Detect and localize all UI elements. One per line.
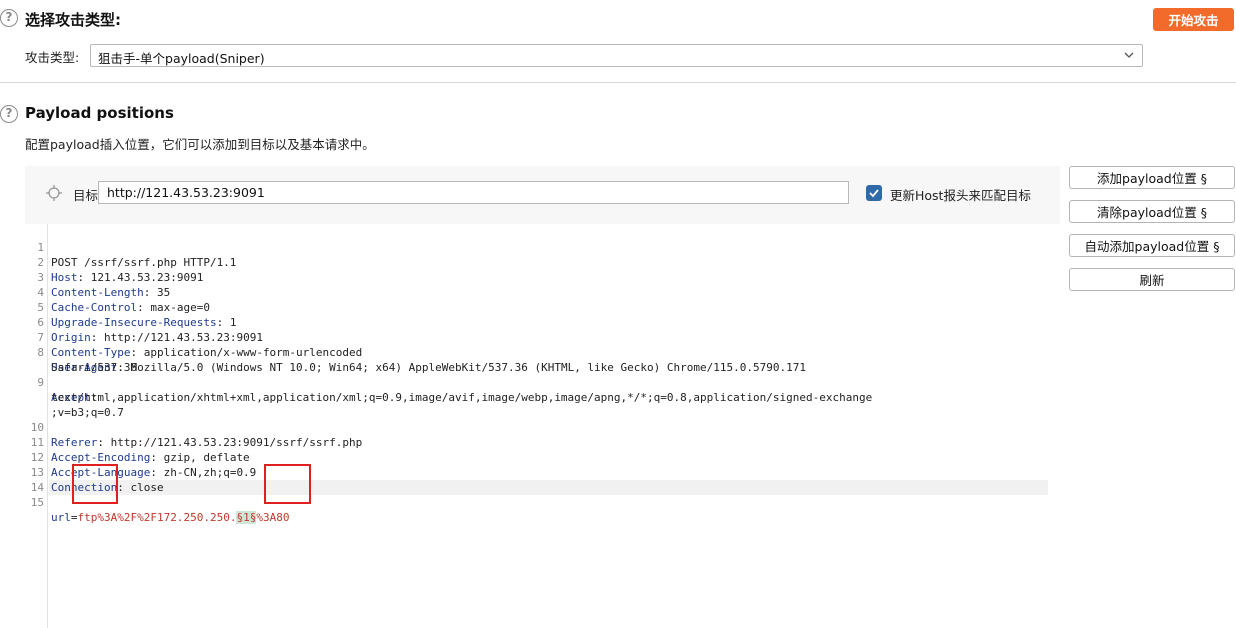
header-value: max-age=0: [143, 301, 210, 314]
section-divider: [0, 82, 1236, 83]
code-line: 9 Accept:: [25, 360, 97, 404]
checkmark-icon: [869, 189, 879, 198]
code-line: 7 Content-Type: application/x-www-form-u…: [25, 315, 362, 359]
header-value: zh-CN,zh;q=0.9: [156, 466, 257, 479]
header-value: gzip, deflate: [156, 451, 250, 464]
code-line-wrap: text/html,application/xhtml+xml,applicat…: [25, 375, 872, 404]
header-key: Content-Length: [51, 286, 144, 299]
header-key: Upgrade-Insecure-Requests: [51, 316, 217, 329]
header-value: 1: [223, 316, 237, 329]
auto-add-payload-position-button[interactable]: 自动添加payload位置 §: [1069, 234, 1235, 257]
code-line-wrap: ;v=b3;q=0.7: [25, 390, 124, 419]
request-line: POST /ssrf/ssrf.php HTTP/1.1: [51, 256, 237, 269]
update-host-checkbox[interactable]: [866, 185, 882, 201]
attack-type-value: 狙击手-单个payload(Sniper): [98, 51, 265, 66]
annotation-box: [72, 464, 118, 504]
code-line: 5 Upgrade-Insecure-Requests: 1: [25, 285, 236, 329]
header-value: 121.43.53.23:9091: [84, 271, 204, 284]
crosshair-icon: [46, 185, 62, 201]
payload-positions-description: 配置payload插入位置，它们可以添加到目标以及基本请求中。: [25, 137, 375, 152]
start-attack-button[interactable]: 开始攻击: [1153, 8, 1234, 31]
update-host-label: 更新Host报头来匹配目标: [890, 188, 1031, 203]
code-line: 12 Accept-Language: zh-CN,zh;q=0.9: [25, 435, 257, 479]
help-icon[interactable]: ?: [0, 105, 18, 123]
body-param-key: url: [51, 511, 71, 524]
code-line: 15 url=ftp%3A%2F%2F172.250.250.§1§%3A80: [25, 480, 289, 524]
current-line-highlight: [49, 480, 1048, 495]
clear-payload-position-button[interactable]: 清除payload位置 §: [1069, 200, 1235, 223]
code-line: 3 Content-Length: 35: [25, 255, 170, 299]
payload-marker[interactable]: §1§: [236, 511, 257, 524]
refresh-button[interactable]: 刷新: [1069, 268, 1235, 291]
code-line: 8 User-Agent: Mozilla/5.0 (Windows NT 10…: [25, 330, 806, 374]
code-line: 10 Referer: http://121.43.53.23:9091/ssr…: [25, 405, 363, 449]
code-line: 13 Connection: close: [25, 450, 164, 494]
header-value: close: [123, 481, 164, 494]
body-param-value: ftp%3A%2F%2F172.250.250.: [77, 511, 237, 524]
line-number: 15: [30, 496, 44, 509]
code-line: 11 Accept-Encoding: gzip, deflate: [25, 420, 250, 464]
help-icon[interactable]: ?: [0, 9, 18, 27]
attack-type-label: 攻击类型:: [25, 50, 80, 65]
annotation-box: [264, 464, 311, 504]
code-line: 2 Host: 121.43.53.23:9091: [25, 240, 203, 284]
body-param-value-suffix: %3A80: [256, 511, 290, 524]
header-value: Mozilla/5.0 (Windows NT 10.0; Win64; x64…: [123, 361, 806, 374]
code-line: 1 POST /ssrf/ssrf.php HTTP/1.1: [25, 225, 236, 269]
header-value: application/x-www-form-urlencoded: [137, 346, 363, 359]
header-value: http://121.43.53.23:9091: [97, 331, 263, 344]
payload-positions-title: Payload positions: [25, 104, 174, 122]
request-editor[interactable]: 1 POST /ssrf/ssrf.php HTTP/1.1 2 Host: 1…: [25, 224, 1060, 628]
add-payload-position-button[interactable]: 添加payload位置 §: [1069, 166, 1235, 189]
chevron-down-icon: [1124, 52, 1134, 58]
target-row: 目标: http://121.43.53.23:9091 更新Host报头来匹配…: [25, 166, 1060, 220]
target-input[interactable]: http://121.43.53.23:9091: [98, 181, 849, 204]
attack-type-title: 选择攻击类型:: [25, 11, 121, 29]
code-line: 6 Origin: http://121.43.53.23:9091: [25, 300, 263, 344]
body-equals: =: [70, 511, 78, 524]
request-editor-panel: 目标: http://121.43.53.23:9091 更新Host报头来匹配…: [25, 166, 1060, 628]
header-key: Accept-Encoding: [51, 451, 151, 464]
header-value: 35: [150, 286, 171, 299]
header-value: http://121.43.53.23:9091/ssrf/ssrf.php: [103, 436, 363, 449]
code-line-wrap: Safari/537.36: [25, 345, 137, 374]
code-line: 4 Cache-Control: max-age=0: [25, 270, 210, 314]
code-line: 14: [25, 465, 65, 494]
header-value: text/html,application/xhtml+xml,applicat…: [51, 391, 873, 404]
attack-type-select[interactable]: 狙击手-单个payload(Sniper): [90, 44, 1143, 67]
